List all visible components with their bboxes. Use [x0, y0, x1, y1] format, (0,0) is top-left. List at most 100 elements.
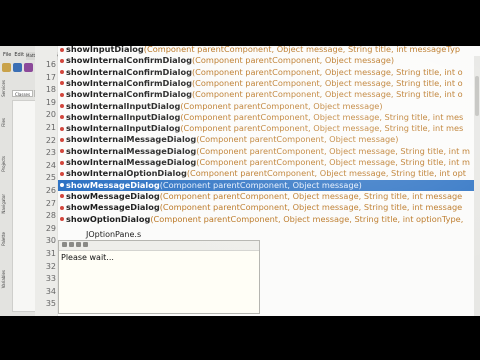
method-name: showInternalMessageDialog — [66, 157, 197, 167]
doc-text: Please wait... — [61, 253, 114, 262]
method-params: (Component parentComponent, Object messa… — [180, 111, 464, 122]
method-icon — [60, 205, 64, 210]
method-params: (Component parentComponent, Object messa… — [191, 55, 395, 66]
method-icon — [60, 92, 64, 97]
completion-item[interactable]: showInternalInputDialog(Component parent… — [58, 123, 480, 134]
method-name: showMessageDialog — [66, 202, 160, 213]
method-icon — [60, 81, 64, 86]
method-icon — [60, 47, 64, 52]
method-params: (Component parentComponent, Object messa… — [180, 123, 464, 134]
method-icon — [60, 70, 64, 75]
method-name: showInputDialog — [66, 46, 144, 54]
line-number: 20 — [45, 110, 56, 120]
completion-item[interactable]: showMessageDialog(Component parentCompon… — [58, 202, 480, 213]
method-icon — [60, 58, 64, 63]
method-name: showInternalConfirmDialog — [66, 55, 192, 66]
method-name: showInternalConfirmDialog — [66, 66, 192, 77]
menu-file[interactable]: File — [3, 52, 11, 58]
line-number: 26 — [45, 186, 56, 195]
completion-item[interactable]: showMessageDialog(Component parentCompon… — [58, 179, 480, 191]
line-number: 24 — [45, 160, 56, 170]
line-number: 23 — [45, 148, 56, 158]
documentation-popup: Please wait... — [58, 240, 260, 314]
line-number: 22 — [45, 135, 56, 145]
method-icon — [60, 115, 64, 120]
panel-tab-classes[interactable]: Classes — [12, 90, 34, 97]
method-name: showInternalConfirmDialog — [66, 77, 192, 88]
line-number: 32 — [45, 261, 56, 271]
code-completion-popup[interactable]: showInputDialog (Component parentComponen… — [58, 46, 480, 229]
side-tab-palette[interactable]: Palette — [1, 232, 9, 246]
line-number: 30 — [45, 236, 56, 246]
method-params: (Component parentComponent, Object messa… — [196, 134, 399, 145]
new-file-icon[interactable] — [2, 63, 11, 72]
line-number: 31 — [45, 249, 56, 258]
method-params: (Component parentComponent, Object messa… — [191, 66, 463, 77]
method-name: showInternalMessageDialog — [66, 134, 197, 145]
method-icon — [60, 126, 64, 131]
side-tab-navigator[interactable]: Navigator — [1, 194, 9, 214]
method-name: showInternalInputDialog — [66, 100, 181, 111]
method-params: (Component parentComponent, Object messa… — [196, 157, 470, 167]
completion-item[interactable]: showInternalConfirmDialog(Component pare… — [58, 55, 480, 66]
line-number: 16 — [45, 60, 56, 69]
method-name: showMessageDialog — [66, 179, 160, 190]
save-icon[interactable] — [24, 63, 33, 72]
method-icon — [60, 149, 64, 154]
method-icon — [60, 194, 64, 199]
side-tabs: Services Files Projects Navigator Palette Var… — [0, 80, 10, 316]
completion-item[interactable]: showInternalConfirmDialog(Component pare… — [58, 78, 480, 89]
method-icon — [60, 217, 64, 221]
class-outline[interactable] — [12, 100, 36, 312]
open-project-icon[interactable] — [13, 63, 22, 72]
method-params: (Component parentComponent, Object messa… — [196, 145, 470, 156]
typed-expression: JOptionPane.s — [86, 230, 142, 239]
method-params: (Component parentComponent, Object messa… — [150, 213, 464, 224]
line-number: 18 — [45, 85, 56, 95]
completion-item[interactable]: showInputDialog(Component parentComponen… — [58, 46, 480, 55]
completion-item[interactable]: showOptionDialog(Component parentCompone… — [58, 214, 480, 225]
open-browser-icon[interactable] — [76, 242, 81, 247]
method-icon — [60, 183, 64, 188]
line-number: 29 — [45, 223, 56, 233]
method-icon — [60, 104, 64, 108]
method-name: showInternalInputDialog — [66, 111, 181, 122]
method-name: showInternalInputDialog — [66, 123, 181, 134]
line-number: 33 — [45, 274, 56, 284]
completion-item[interactable]: showInternalMessageDialog(Component pare… — [58, 157, 480, 168]
method-params: (Component parentComponent, Object messa… — [191, 89, 463, 100]
line-number: 21 — [45, 123, 56, 132]
completion-item[interactable]: showInternalOptionDialog(Component paren… — [58, 168, 480, 179]
back-icon[interactable] — [62, 242, 67, 247]
ide-window: FileEditViewNavigate MatthewsPasswordGue… — [0, 46, 480, 316]
completion-item[interactable]: showInternalMessageDialog(Component pare… — [58, 134, 480, 145]
goto-source-icon[interactable] — [83, 242, 88, 247]
method-params: (Component parentComponent, Object messa… — [191, 77, 463, 88]
line-number: 35 — [45, 299, 56, 309]
side-tab-services[interactable]: Services — [1, 80, 9, 97]
side-tab-variables[interactable]: Variables — [1, 270, 9, 288]
line-number: 17 — [45, 72, 56, 82]
method-params: (Component parentComponent, Object messa… — [180, 100, 383, 111]
completion-item[interactable]: showInternalMessageDialog(Component pare… — [58, 146, 480, 157]
completion-item[interactable]: showInternalConfirmDialog(Component pare… — [58, 89, 480, 100]
side-tab-projects[interactable]: Projects — [1, 156, 9, 172]
method-name: showInternalMessageDialog — [66, 145, 197, 156]
line-number: 28 — [45, 211, 56, 221]
menu-edit[interactable]: Edit — [14, 52, 24, 58]
scrollbar-thumb[interactable] — [475, 76, 479, 116]
side-tab-files[interactable]: Files — [1, 118, 9, 127]
method-icon — [60, 160, 64, 165]
completion-item[interactable]: showInternalConfirmDialog(Component pare… — [58, 67, 480, 78]
completion-item[interactable]: showInternalInputDialog(Component parent… — [58, 101, 480, 112]
completion-item[interactable]: showMessageDialog(Component parentCompon… — [58, 191, 480, 202]
completion-item[interactable]: showInternalInputDialog(Component parent… — [58, 112, 480, 123]
doc-toolbar — [59, 241, 259, 251]
method-name: showInternalConfirmDialog — [66, 89, 192, 100]
line-number: 27 — [45, 198, 56, 208]
vertical-scrollbar[interactable] — [474, 56, 480, 316]
method-name: showMessageDialog — [66, 190, 160, 201]
method-icon — [60, 171, 64, 176]
method-params: (Component parentComponent, Object messa… — [159, 179, 362, 190]
forward-icon[interactable] — [69, 242, 74, 247]
